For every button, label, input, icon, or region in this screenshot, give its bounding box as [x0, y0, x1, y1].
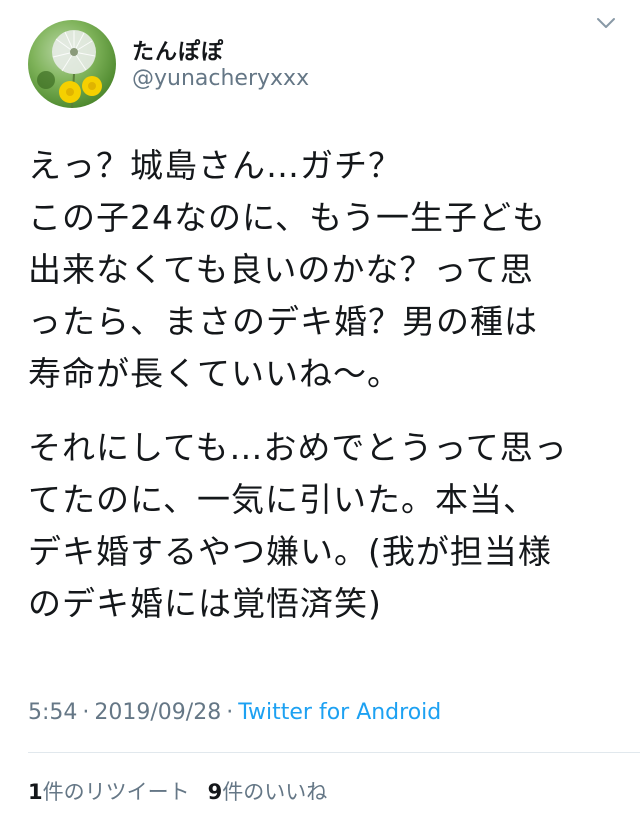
tweet-header: たんぽぽ @yunacheryxxx — [0, 0, 640, 120]
tweet-line: それにしても…おめでとうって思っ — [28, 428, 568, 467]
likes-label: 件のいいね — [222, 780, 328, 804]
user-handle[interactable]: @yunacheryxxx — [132, 66, 309, 91]
retweets-count: 1 — [28, 780, 43, 804]
tweet-date[interactable]: 2019/09/28 — [94, 700, 221, 725]
tweet-text: えっ？城島さん…ガチ？ この子24なのに、もう一生子ども 出来なくても良いのかな… — [28, 140, 612, 630]
tweet-paragraph: それにしても…おめでとうって思っ てたのに、一気に引いた。本当、 デキ婚するやつ… — [28, 422, 612, 630]
tweet-line: ったら、まさのデキ婚？男の種は — [28, 302, 538, 341]
meta-separator: · — [226, 700, 234, 725]
tweet-line: のデキ婚には覚悟済笑) — [28, 584, 382, 623]
retweets-stat[interactable]: 1件のリツイート — [28, 780, 190, 804]
tweet-meta: 5:54 · 2019/09/28 · Twitter for Android — [28, 700, 441, 725]
retweets-label: 件のリツイート — [42, 780, 190, 804]
likes-stat[interactable]: 9件のいいね — [208, 780, 328, 804]
tweet-source-link[interactable]: Twitter for Android — [238, 700, 441, 725]
dandelion-avatar-icon[interactable] — [28, 20, 116, 108]
divider — [28, 752, 640, 753]
tweet-line: 出来なくても良いのかな？って思 — [28, 250, 534, 289]
tweet-time[interactable]: 5:54 — [28, 700, 77, 725]
chevron-down-icon[interactable] — [594, 14, 618, 32]
meta-separator: · — [82, 700, 90, 725]
tweet-stats: 1件のリツイート 9件のいいね — [28, 776, 327, 806]
display-name[interactable]: たんぽぽ — [132, 34, 224, 66]
dandelion-icon — [37, 30, 102, 108]
tweet-paragraph: えっ？城島さん…ガチ？ この子24なのに、もう一生子ども 出来なくても良いのかな… — [28, 140, 612, 400]
tweet-line: この子24なのに、もう一生子ども — [28, 198, 547, 237]
tweet-line: 寿命が長くていいね〜。 — [28, 354, 402, 393]
tweet-line: てたのに、一気に引いた。本当、 — [28, 480, 538, 519]
tweet-line: えっ？城島さん…ガチ？ — [28, 146, 402, 185]
likes-count: 9 — [207, 780, 223, 804]
tweet-line: デキ婚するやつ嫌い。(我が担当様 — [28, 532, 552, 571]
